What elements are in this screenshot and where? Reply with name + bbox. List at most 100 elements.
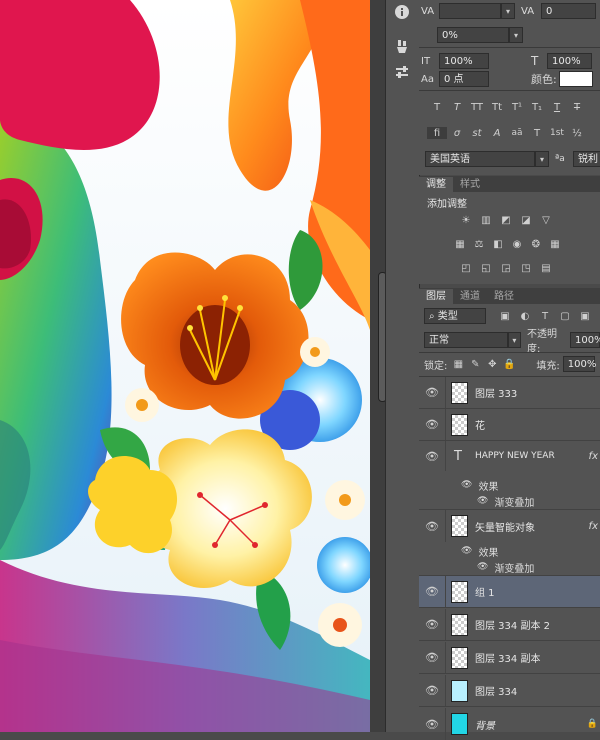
layer-thumbnail: [451, 413, 468, 436]
lock-transparent-icon[interactable]: ▦: [451, 358, 465, 370]
fractions-button[interactable]: ½: [567, 127, 587, 139]
layer-row[interactable]: 👁 图层 334: [419, 675, 600, 707]
visibility-eye-icon[interactable]: 👁: [461, 480, 472, 490]
baseline-field[interactable]: 0 点: [439, 71, 489, 87]
swash-button[interactable]: A: [487, 127, 507, 139]
visibility-eye-icon[interactable]: 👁: [419, 576, 446, 607]
exposure-icon[interactable]: ◪: [519, 214, 533, 226]
brightness-contrast-icon[interactable]: ☀: [459, 214, 473, 226]
color-lookup-icon[interactable]: ▦: [548, 238, 562, 250]
panel-icon-strip: [385, 0, 420, 732]
lock-image-icon[interactable]: ✎: [468, 358, 482, 370]
fx-icon[interactable]: fx: [589, 451, 598, 462]
visibility-eye-icon[interactable]: 👁: [477, 562, 488, 572]
discretionary-ligatures-button[interactable]: st: [467, 127, 487, 139]
posterize-icon[interactable]: ◱: [479, 262, 493, 274]
language-select[interactable]: 美国英语: [425, 151, 535, 167]
effects-row[interactable]: 👁 效果: [419, 477, 600, 493]
layer-row-selected[interactable]: 👁 组 1: [419, 576, 600, 608]
tab-paths[interactable]: 路径: [487, 289, 521, 304]
titling-button[interactable]: T: [527, 127, 547, 139]
tab-adjustments[interactable]: 调整: [419, 177, 453, 192]
lock-all-icon[interactable]: 🔒: [502, 358, 516, 370]
horizontal-scale-field[interactable]: 100%: [547, 53, 592, 69]
all-caps-button[interactable]: TT: [467, 101, 487, 113]
brush-preset-icon[interactable]: [391, 36, 413, 56]
layer-filter-kind[interactable]: ⌕ 类型: [424, 308, 486, 324]
contextual-alternates-button[interactable]: σ: [447, 127, 467, 139]
faux-italic-button[interactable]: T: [447, 101, 467, 113]
filter-smart-object-icon[interactable]: ▣: [578, 310, 592, 322]
filter-shape-icon[interactable]: ▢: [558, 310, 572, 322]
layer-row[interactable]: 👁 背景 🔒: [419, 708, 600, 740]
lock-position-icon[interactable]: ✥: [485, 358, 499, 370]
layer-row[interactable]: 👁 T HAPPY NEW YEAR fx: [419, 441, 600, 471]
tab-layers[interactable]: 图层: [419, 289, 453, 304]
antialias-select[interactable]: 锐利: [573, 151, 600, 167]
levels-icon[interactable]: ▥: [479, 214, 493, 226]
visibility-eye-icon[interactable]: 👁: [419, 609, 446, 640]
tab-styles[interactable]: 样式: [453, 177, 487, 192]
channel-mixer-icon[interactable]: ❂: [529, 238, 543, 250]
vertical-shift-field[interactable]: 0%: [437, 27, 509, 43]
opacity-field[interactable]: 100%: [570, 332, 600, 348]
invert-icon[interactable]: ◰: [459, 262, 473, 274]
effect-item-row[interactable]: 👁 渐变叠加: [419, 493, 600, 510]
color-balance-icon[interactable]: ⚖: [472, 238, 486, 250]
effects-row[interactable]: 👁 效果: [419, 543, 600, 559]
superscript-button[interactable]: T¹: [507, 101, 527, 113]
layer-row[interactable]: 👁 图层 334 副本 2: [419, 609, 600, 641]
vertical-shift-dropdown[interactable]: ▾: [509, 27, 523, 43]
layer-row[interactable]: 👁 矢量智能对象 fx: [419, 510, 600, 542]
visibility-eye-icon[interactable]: 👁: [419, 708, 446, 740]
visibility-eye-icon[interactable]: 👁: [419, 409, 446, 440]
filter-adjustment-icon[interactable]: ◐: [518, 310, 532, 322]
black-white-icon[interactable]: ◧: [491, 238, 505, 250]
vibrance-icon[interactable]: ▽: [539, 214, 553, 226]
ordinals-button[interactable]: 1st: [547, 127, 567, 139]
language-dropdown[interactable]: ▾: [535, 151, 549, 167]
hue-saturation-icon[interactable]: ▦: [453, 238, 467, 250]
visibility-eye-icon[interactable]: 👁: [419, 510, 446, 542]
visibility-eye-icon[interactable]: 👁: [461, 546, 472, 556]
visibility-eye-icon[interactable]: 👁: [419, 642, 446, 673]
layer-row[interactable]: 👁 图层 334 副本: [419, 642, 600, 674]
filter-pixel-icon[interactable]: ▣: [498, 310, 512, 322]
canvas-vertical-scrollbar[interactable]: [370, 0, 387, 732]
effect-item-row[interactable]: 👁 渐变叠加: [419, 559, 600, 576]
blend-mode-dropdown[interactable]: ▾: [507, 332, 521, 348]
fx-icon[interactable]: fx: [589, 521, 598, 532]
info-icon[interactable]: [391, 2, 413, 22]
layer-row[interactable]: 👁 图层 333: [419, 377, 600, 409]
subscript-button[interactable]: T₁: [527, 101, 547, 113]
tab-channels[interactable]: 通道: [453, 289, 487, 304]
curves-icon[interactable]: ◩: [499, 214, 513, 226]
tracking-field[interactable]: 0: [541, 3, 596, 19]
document-canvas[interactable]: [0, 0, 370, 732]
selective-color-icon[interactable]: ◳: [519, 262, 533, 274]
threshold-icon[interactable]: ◲: [499, 262, 513, 274]
visibility-eye-icon[interactable]: 👁: [477, 496, 488, 506]
visibility-eye-icon[interactable]: 👁: [419, 441, 446, 471]
ligatures-button[interactable]: fi: [427, 127, 447, 139]
visibility-eye-icon[interactable]: 👁: [419, 377, 446, 408]
strikethrough-button[interactable]: T: [567, 101, 587, 113]
photo-filter-icon[interactable]: ◉: [510, 238, 524, 250]
gradient-map-icon[interactable]: ▤: [539, 262, 553, 274]
faux-bold-button[interactable]: T: [427, 101, 447, 113]
underline-button[interactable]: T: [547, 101, 567, 113]
layer-row[interactable]: 👁 花: [419, 409, 600, 441]
kerning-field[interactable]: [439, 3, 501, 19]
vertical-scale-field[interactable]: 100%: [439, 53, 489, 69]
adjustment-icons-row-3: ◰ ◱ ◲ ◳ ▤: [459, 262, 553, 274]
kerning-dropdown[interactable]: ▾: [501, 3, 515, 19]
small-caps-button[interactable]: Tt: [487, 101, 507, 113]
filter-type-icon[interactable]: T: [538, 310, 552, 322]
color-swatch[interactable]: [559, 71, 593, 87]
stylistic-alternates-button[interactable]: aā: [507, 127, 527, 139]
fill-field[interactable]: 100%: [562, 356, 596, 372]
blend-mode-select[interactable]: 正常: [424, 332, 508, 348]
lock-icon: 🔒: [586, 719, 598, 729]
sliders-icon[interactable]: [391, 62, 413, 82]
visibility-eye-icon[interactable]: 👁: [419, 675, 446, 706]
